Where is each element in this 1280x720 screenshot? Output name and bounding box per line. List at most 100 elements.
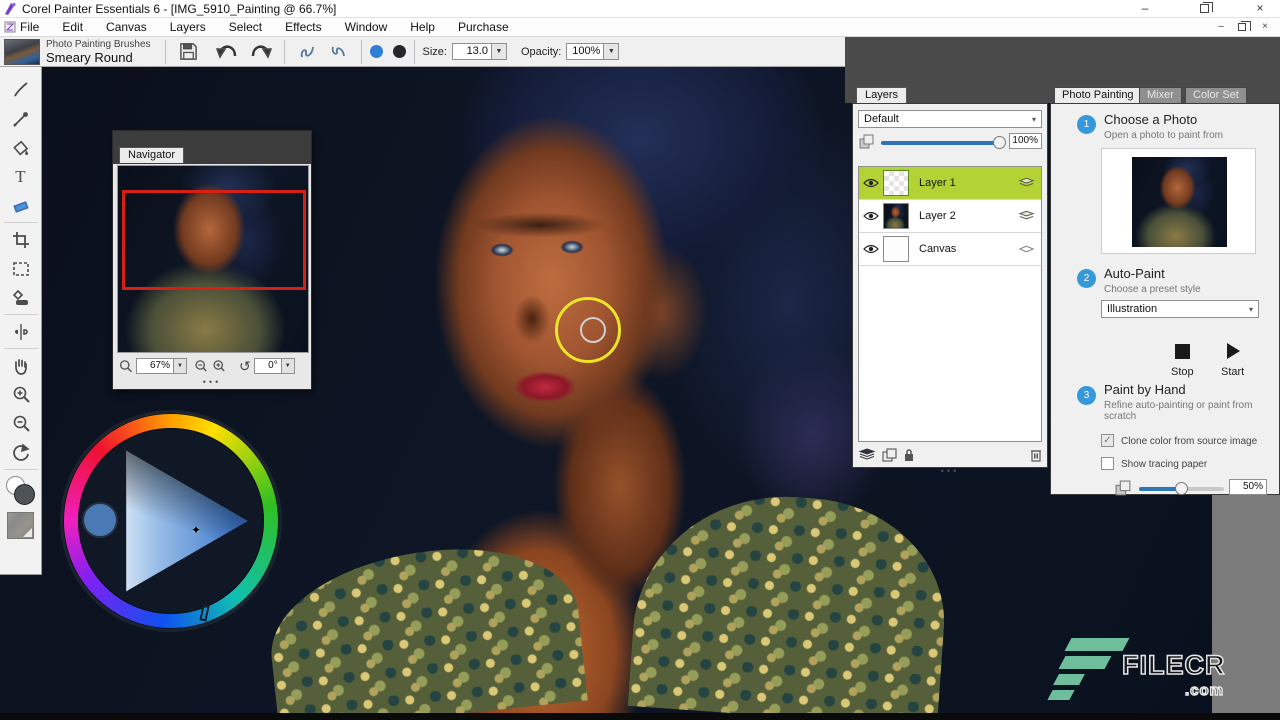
undo-icon[interactable] [212,37,242,66]
layer-name[interactable]: Canvas [919,243,1018,255]
layer-row-layer1[interactable]: Layer 1 [859,167,1041,200]
tab-color-set[interactable]: Color Set [1185,87,1247,103]
restore-button[interactable] [1190,1,1220,16]
tracing-opacity-value[interactable]: 50% [1229,479,1267,495]
tab-photo-painting[interactable]: Photo Painting [1054,87,1142,103]
brush-name-label[interactable]: Smeary Round [46,50,151,65]
dropper-icon[interactable] [6,104,36,133]
document-close-button[interactable]: × [1256,21,1274,34]
menu-window[interactable]: Window [343,19,390,35]
menu-edit[interactable]: Edit [60,19,85,35]
menu-file[interactable]: File [18,19,41,35]
text-tool-icon[interactable]: T [6,162,36,191]
main-color-swatch[interactable] [370,45,383,58]
color-selector[interactable] [6,476,36,506]
clone-color-checkbox[interactable]: ✓ [1101,434,1114,447]
color-indicator-dot[interactable] [82,502,118,538]
start-button[interactable] [1227,343,1240,359]
eye-icon[interactable] [859,211,883,221]
layer-opacity-slider[interactable] [881,141,1003,145]
blend-mode-dropdown[interactable]: Default ▾ [858,110,1042,128]
navigator-rotation-input[interactable]: 0° [254,358,282,374]
layer-thumbnail[interactable] [883,170,909,196]
rect-select-icon[interactable] [6,254,36,283]
eraser-icon[interactable] [6,191,36,220]
preset-style-dropdown[interactable]: Illustration ▾ [1101,300,1259,318]
new-layer-icon[interactable] [858,448,876,462]
stop-button[interactable] [1175,344,1190,359]
minimize-button[interactable]: – [1130,1,1160,16]
zoom-in-icon[interactable] [6,380,36,409]
layer-opacity-value[interactable]: 100% [1009,133,1042,149]
navigator-thumbnail[interactable] [117,165,309,353]
menu-help[interactable]: Help [408,19,437,35]
property-bar: Photo Painting Brushes Smeary Round Size… [0,37,845,67]
menu-layers[interactable]: Layers [168,19,208,35]
navigator-rotation-spinner[interactable]: ▼ [282,358,295,374]
eye-icon[interactable] [859,244,883,254]
brush-selector[interactable] [4,39,40,65]
layer-thumbnail[interactable] [883,203,909,229]
menu-canvas[interactable]: Canvas [104,19,149,35]
zoom-in-small-icon[interactable] [211,359,227,374]
paper-texture-selector[interactable] [7,512,34,539]
rotate-icon[interactable]: ↺ [239,358,251,375]
menu-purchase[interactable]: Purchase [456,19,511,35]
navigator-tab[interactable]: Navigator [119,147,184,163]
tracing-paper-checkbox[interactable] [1101,457,1114,470]
close-button[interactable]: × [1245,1,1275,16]
size-input[interactable]: 13.0 [452,43,492,60]
rotate-page-icon[interactable] [6,438,36,467]
layer-name[interactable]: Layer 2 [919,210,1018,222]
navigator-zoom-input[interactable]: 67% [136,358,174,374]
mirror-paint-icon[interactable] [6,317,36,346]
eye-icon[interactable] [859,178,883,188]
tracing-opacity-slider-thumb[interactable] [1175,482,1188,495]
delete-layer-icon[interactable] [1030,448,1042,462]
layers-tab[interactable]: Layers [856,87,907,103]
layer-name[interactable]: Layer 1 [919,177,1018,189]
main-color-well[interactable] [14,484,35,505]
step-2-title: Auto-Paint [1104,266,1165,281]
layer-thumbnail[interactable] [883,236,909,262]
document-minimize-button[interactable]: – [1212,21,1230,34]
freehand-stroke-icon[interactable] [323,37,353,66]
step-1-title: Choose a Photo [1104,112,1197,127]
size-spinner[interactable]: ▼ [492,43,507,60]
navigator-grip-dots[interactable]: ••• [113,377,311,387]
layers-grip-dots[interactable]: ••• [853,466,1047,476]
zoom-out-small-icon[interactable] [193,359,209,374]
start-label: Start [1221,366,1244,378]
document-restore-button[interactable] [1234,21,1252,34]
straight-stroke-icon[interactable] [293,37,323,66]
duplicate-layer-icon[interactable] [882,448,897,462]
layer-row-layer2[interactable]: Layer 2 [859,200,1041,233]
tab-mixer[interactable]: Mixer [1139,87,1182,103]
save-icon[interactable] [174,37,204,66]
layer-adjuster-icon[interactable] [6,283,36,312]
source-photo-thumbnail[interactable] [1132,157,1227,247]
navigator-view-rect[interactable] [122,190,306,290]
opacity-spinner[interactable]: ▼ [604,43,619,60]
crop-icon[interactable] [6,225,36,254]
layer-row-canvas[interactable]: Canvas [859,233,1041,266]
lock-layer-icon[interactable] [903,448,915,462]
photo-painting-panel: Photo Painting Mixer Color Set 1 Choose … [1050,87,1280,495]
bottom-edge-bar [0,713,1280,720]
menu-select[interactable]: Select [227,19,264,35]
additional-color-swatch[interactable] [393,45,406,58]
layer-list: Layer 1 Layer 2 Canvas [858,166,1042,442]
menu-effects[interactable]: Effects [283,19,323,35]
navigator-zoom-spinner[interactable]: ▼ [174,358,187,374]
app-icon [3,2,17,16]
opacity-input[interactable]: 100% [566,43,604,60]
blend-mode-value: Default [864,113,899,125]
hand-icon[interactable] [6,351,36,380]
layer-opacity-slider-thumb[interactable] [993,136,1006,149]
paint-bucket-icon[interactable] [6,133,36,162]
triangle-cursor[interactable]: ✦ [191,523,201,537]
tracing-opacity-slider[interactable] [1139,487,1224,491]
brush-tool-icon[interactable] [6,75,36,104]
redo-icon[interactable] [246,37,276,66]
zoom-out-icon[interactable] [6,409,36,438]
